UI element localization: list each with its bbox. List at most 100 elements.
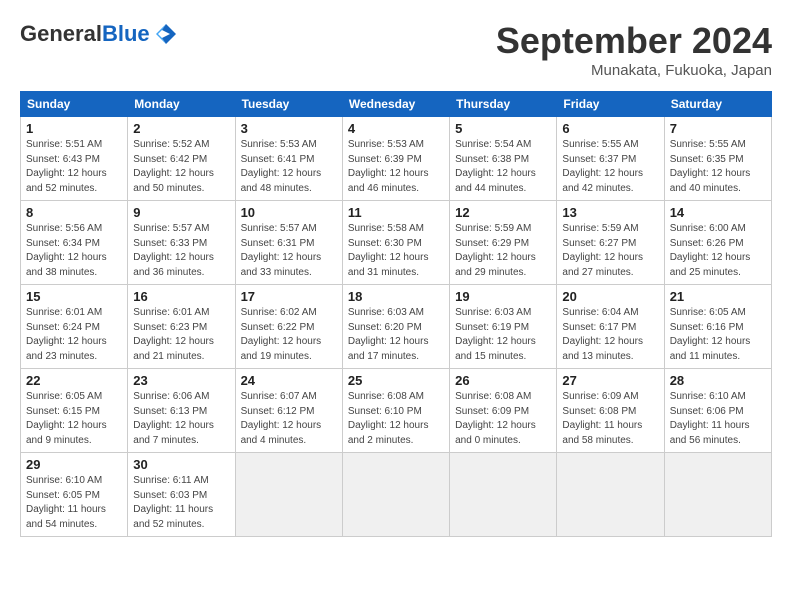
day-info: Sunrise: 5:59 AM Sunset: 6:27 PM Dayligh… (562, 222, 658, 280)
day-info: Sunrise: 5:59 AM Sunset: 6:29 PM Dayligh… (455, 222, 551, 280)
table-row: 10 Sunrise: 5:57 AM Sunset: 6:31 PM Dayli… (235, 201, 342, 285)
day-number: 1 (26, 121, 122, 136)
day-info: Sunrise: 5:51 AM Sunset: 6:43 PM Dayligh… (26, 138, 122, 196)
day-info: Sunrise: 6:06 AM Sunset: 6:13 PM Dayligh… (133, 390, 229, 448)
day-number: 21 (670, 289, 766, 304)
calendar-header: Sunday Monday Tuesday Wednesday Thursday… (21, 92, 772, 117)
header: GeneralBlue September 2024 Munakata, Fuk… (20, 20, 772, 79)
logo-icon (152, 20, 180, 48)
header-wednesday: Wednesday (342, 92, 449, 117)
day-info: Sunrise: 6:11 AM Sunset: 6:03 PM Dayligh… (133, 474, 229, 532)
header-thursday: Thursday (450, 92, 557, 117)
header-saturday: Saturday (664, 92, 771, 117)
table-row: 27 Sunrise: 6:09 AM Sunset: 6:08 PM Dayli… (557, 369, 664, 453)
location: Munakata, Fukuoka, Japan (496, 62, 772, 79)
day-info: Sunrise: 6:01 AM Sunset: 6:24 PM Dayligh… (26, 306, 122, 364)
day-info: Sunrise: 6:10 AM Sunset: 6:05 PM Dayligh… (26, 474, 122, 532)
day-number: 14 (670, 205, 766, 220)
day-info: Sunrise: 5:57 AM Sunset: 6:31 PM Dayligh… (241, 222, 337, 280)
table-row: 8Sunrise: 5:56 AM Sunset: 6:34 PM Daylig… (21, 201, 128, 285)
table-row: 26 Sunrise: 6:08 AM Sunset: 6:09 PM Dayli… (450, 369, 557, 453)
day-info: Sunrise: 5:53 AM Sunset: 6:39 PM Dayligh… (348, 138, 444, 196)
day-info: Sunrise: 6:05 AM Sunset: 6:15 PM Dayligh… (26, 390, 122, 448)
calendar-week-row: 29 Sunrise: 6:10 AM Sunset: 6:05 PM Dayli… (21, 453, 772, 537)
table-row: 2 Sunrise: 5:52 AM Sunset: 6:42 PM Daylig… (128, 117, 235, 201)
day-number: 5 (455, 121, 551, 136)
day-info: Sunrise: 5:53 AM Sunset: 6:41 PM Dayligh… (241, 138, 337, 196)
day-number: 6 (562, 121, 658, 136)
day-info: Sunrise: 5:55 AM Sunset: 6:35 PM Dayligh… (670, 138, 766, 196)
day-info: Sunrise: 6:10 AM Sunset: 6:06 PM Dayligh… (670, 390, 766, 448)
day-info: Sunrise: 6:07 AM Sunset: 6:12 PM Dayligh… (241, 390, 337, 448)
day-info: Sunrise: 6:08 AM Sunset: 6:10 PM Dayligh… (348, 390, 444, 448)
day-info: Sunrise: 5:54 AM Sunset: 6:38 PM Dayligh… (455, 138, 551, 196)
day-number: 13 (562, 205, 658, 220)
day-number: 17 (241, 289, 337, 304)
header-tuesday: Tuesday (235, 92, 342, 117)
table-row: 14 Sunrise: 6:00 AM Sunset: 6:26 PM Dayli… (664, 201, 771, 285)
day-info: Sunrise: 6:03 AM Sunset: 6:19 PM Dayligh… (455, 306, 551, 364)
title-block: September 2024 Munakata, Fukuoka, Japan (496, 20, 772, 79)
day-number: 7 (670, 121, 766, 136)
table-row: 29 Sunrise: 6:10 AM Sunset: 6:05 PM Dayli… (21, 453, 128, 537)
month-title: September 2024 (496, 20, 772, 62)
header-sunday: Sunday (21, 92, 128, 117)
days-of-week-row: Sunday Monday Tuesday Wednesday Thursday… (21, 92, 772, 117)
calendar-week-row: 22 Sunrise: 6:05 AM Sunset: 6:15 PM Dayli… (21, 369, 772, 453)
table-row: 25Sunrise: 6:08 AM Sunset: 6:10 PM Dayli… (342, 369, 449, 453)
day-number: 29 (26, 457, 122, 472)
day-number: 22 (26, 373, 122, 388)
day-number: 16 (133, 289, 229, 304)
table-row (342, 453, 449, 537)
calendar-week-row: 15 Sunrise: 6:01 AM Sunset: 6:24 PM Dayli… (21, 285, 772, 369)
table-row: 28 Sunrise: 6:10 AM Sunset: 6:06 PM Dayli… (664, 369, 771, 453)
header-monday: Monday (128, 92, 235, 117)
day-number: 2 (133, 121, 229, 136)
day-number: 4 (348, 121, 444, 136)
day-number: 23 (133, 373, 229, 388)
table-row: 6Sunrise: 5:55 AM Sunset: 6:37 PM Daylig… (557, 117, 664, 201)
day-number: 28 (670, 373, 766, 388)
day-info: Sunrise: 6:00 AM Sunset: 6:26 PM Dayligh… (670, 222, 766, 280)
day-info: Sunrise: 5:57 AM Sunset: 6:33 PM Dayligh… (133, 222, 229, 280)
page-container: GeneralBlue September 2024 Munakata, Fuk… (0, 0, 792, 547)
logo-blue-text: Blue (102, 21, 150, 46)
table-row: 7 Sunrise: 5:55 AM Sunset: 6:35 PM Daylig… (664, 117, 771, 201)
table-row: 5 Sunrise: 5:54 AM Sunset: 6:38 PM Daylig… (450, 117, 557, 201)
day-number: 19 (455, 289, 551, 304)
table-row: 4 Sunrise: 5:53 AM Sunset: 6:39 PM Daylig… (342, 117, 449, 201)
table-row (664, 453, 771, 537)
table-row: 17Sunrise: 6:02 AM Sunset: 6:22 PM Dayli… (235, 285, 342, 369)
day-number: 11 (348, 205, 444, 220)
day-info: Sunrise: 6:05 AM Sunset: 6:16 PM Dayligh… (670, 306, 766, 364)
table-row: 20Sunrise: 6:04 AM Sunset: 6:17 PM Dayli… (557, 285, 664, 369)
day-info: Sunrise: 6:03 AM Sunset: 6:20 PM Dayligh… (348, 306, 444, 364)
day-number: 26 (455, 373, 551, 388)
header-friday: Friday (557, 92, 664, 117)
day-number: 9 (133, 205, 229, 220)
calendar-table: Sunday Monday Tuesday Wednesday Thursday… (20, 91, 772, 537)
day-info: Sunrise: 6:01 AM Sunset: 6:23 PM Dayligh… (133, 306, 229, 364)
table-row (450, 453, 557, 537)
logo-general-text: General (20, 21, 102, 46)
table-row: 23 Sunrise: 6:06 AM Sunset: 6:13 PM Dayli… (128, 369, 235, 453)
table-row: 15 Sunrise: 6:01 AM Sunset: 6:24 PM Dayli… (21, 285, 128, 369)
day-number: 15 (26, 289, 122, 304)
day-info: Sunrise: 6:09 AM Sunset: 6:08 PM Dayligh… (562, 390, 658, 448)
day-number: 18 (348, 289, 444, 304)
table-row: 9 Sunrise: 5:57 AM Sunset: 6:33 PM Daylig… (128, 201, 235, 285)
day-info: Sunrise: 5:52 AM Sunset: 6:42 PM Dayligh… (133, 138, 229, 196)
day-number: 10 (241, 205, 337, 220)
table-row: 16 Sunrise: 6:01 AM Sunset: 6:23 PM Dayli… (128, 285, 235, 369)
table-row: 13 Sunrise: 5:59 AM Sunset: 6:27 PM Dayli… (557, 201, 664, 285)
table-row: 24Sunrise: 6:07 AM Sunset: 6:12 PM Dayli… (235, 369, 342, 453)
table-row: 30Sunrise: 6:11 AM Sunset: 6:03 PM Dayli… (128, 453, 235, 537)
table-row: 19 Sunrise: 6:03 AM Sunset: 6:19 PM Dayli… (450, 285, 557, 369)
table-row (557, 453, 664, 537)
calendar-body: 1 Sunrise: 5:51 AM Sunset: 6:43 PM Daylig… (21, 117, 772, 537)
table-row: 1 Sunrise: 5:51 AM Sunset: 6:43 PM Daylig… (21, 117, 128, 201)
day-info: Sunrise: 6:08 AM Sunset: 6:09 PM Dayligh… (455, 390, 551, 448)
calendar-week-row: 1 Sunrise: 5:51 AM Sunset: 6:43 PM Daylig… (21, 117, 772, 201)
day-number: 27 (562, 373, 658, 388)
table-row: 22 Sunrise: 6:05 AM Sunset: 6:15 PM Dayli… (21, 369, 128, 453)
